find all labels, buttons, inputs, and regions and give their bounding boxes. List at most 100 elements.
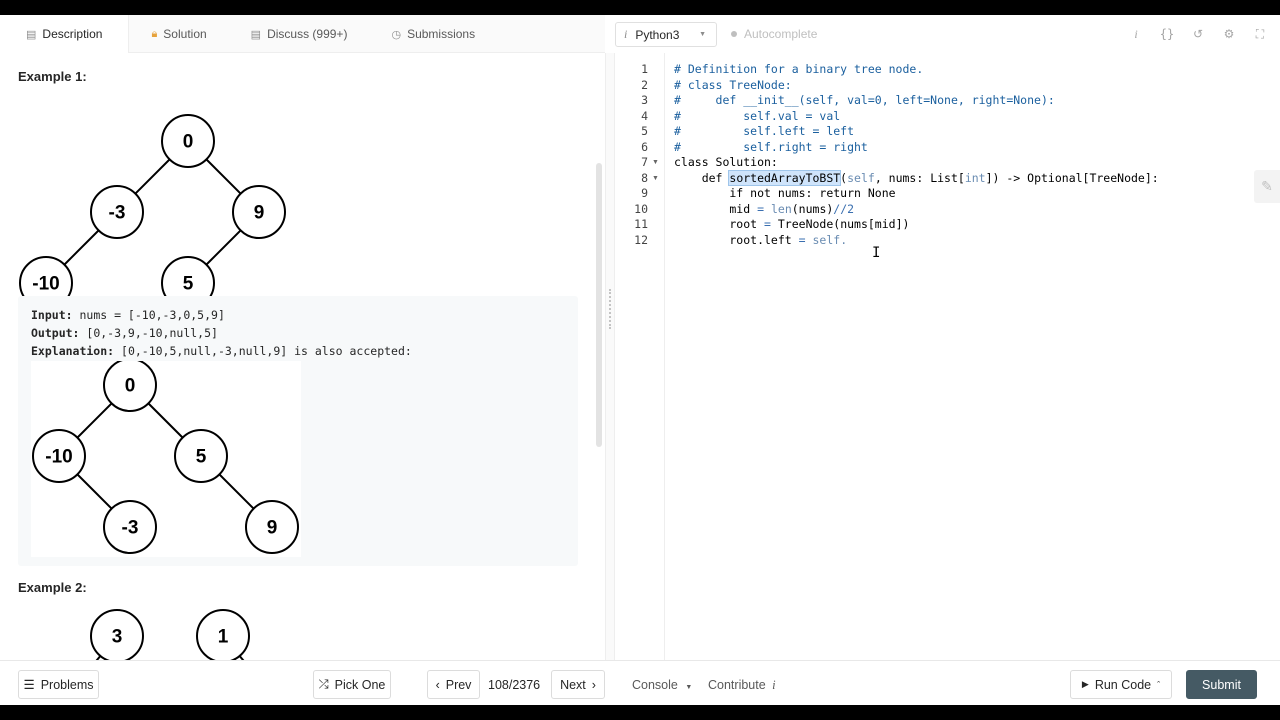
- settings-icon[interactable]: ⚙︎: [1221, 26, 1237, 42]
- tab-solution[interactable]: 🔒︎ Solution: [129, 15, 228, 53]
- svg-text:5: 5: [196, 447, 207, 468]
- text-cursor-icon: I: [872, 245, 881, 261]
- tab-label: Solution: [163, 27, 207, 41]
- contribute-link[interactable]: Contribute i: [708, 678, 776, 693]
- example-2-title: Example 2:: [18, 580, 87, 595]
- document-icon: ▤: [26, 28, 37, 41]
- example-1-block: Input: nums = [-10,-3,0,5,9] Output: [0,…: [18, 296, 578, 566]
- fold-arrow-icon[interactable]: ▼: [652, 175, 659, 182]
- fold-arrow-icon[interactable]: ▼: [652, 159, 659, 166]
- shuffle-icon: ⤮: [318, 677, 329, 691]
- tree-node: 9: [232, 185, 286, 239]
- language-value: Python3: [635, 27, 680, 42]
- autocomplete-label: Autocomplete: [744, 27, 818, 41]
- code-line: # def __init__(self, val=0, left=None, r…: [674, 93, 1055, 107]
- svg-text:-3: -3: [122, 518, 139, 539]
- code-line: mid = len(nums)//2: [674, 202, 855, 216]
- line-number: 1: [641, 62, 648, 76]
- tree-node: 3: [90, 609, 144, 660]
- problem-tabs: ▤ Description 🔒︎ Solution ▤ Discuss (999…: [0, 15, 605, 53]
- line-number: 8: [641, 171, 648, 185]
- svg-text:5: 5: [183, 274, 194, 295]
- pane-resize-handle[interactable]: [605, 53, 615, 660]
- explanation-label: Explanation:: [31, 344, 115, 358]
- info-icon: i: [772, 678, 776, 692]
- reset-icon[interactable]: ↺: [1190, 26, 1206, 42]
- line-number: 6: [641, 140, 648, 154]
- editor-toolbar: i Python3 ▼ Autocomplete i {} ↺ ⚙︎ ⛶︎: [615, 15, 1280, 53]
- tree-node: 0: [161, 114, 215, 168]
- tab-label: Discuss (999+): [267, 27, 348, 41]
- next-button[interactable]: Next ›: [551, 670, 605, 699]
- line-number: 4: [641, 109, 648, 123]
- example-1-tree: 0 -3 9 -10 5: [19, 114, 286, 302]
- line-number: 9: [641, 186, 648, 200]
- svg-text:-3: -3: [109, 203, 126, 224]
- explanation-value: [0,-10,5,null,-3,null,9] is also accepte…: [114, 344, 412, 358]
- lock-icon: 🔒︎: [151, 27, 158, 40]
- braces-icon[interactable]: {}: [1159, 26, 1175, 42]
- code-line: # self.left = left: [674, 124, 855, 138]
- editor-actions: i {} ↺ ⚙︎ ⛶︎: [1128, 26, 1268, 42]
- svg-text:0: 0: [125, 376, 136, 397]
- tab-discuss[interactable]: ▤ Discuss (999+): [229, 15, 370, 53]
- chevron-up-icon: ˆ: [1157, 679, 1161, 690]
- language-select[interactable]: i Python3 ▼: [615, 22, 717, 47]
- code-editor[interactable]: 1 2 3 4 5 6 7 8 9 10 11 12 ▼ ▼ # Definit…: [615, 53, 1280, 660]
- bottom-bar: ☰ Problems ⤮ Pick One ‹ Prev 108/2376 Ne…: [0, 660, 1280, 705]
- line-number: 11: [634, 217, 648, 231]
- side-panel-tab[interactable]: ✎︎: [1254, 170, 1280, 203]
- explanation-tree: 0 -10 5 -3 9: [32, 358, 299, 554]
- fullscreen-icon[interactable]: ⛶︎: [1252, 26, 1268, 42]
- tree-node: 1: [196, 609, 250, 660]
- code-line: # self.val = val: [674, 109, 841, 123]
- problem-description: Example 1: 0 -3 9 -10 5 Input: nums = [-…: [0, 53, 605, 660]
- autocomplete-toggle[interactable]: Autocomplete: [731, 27, 817, 41]
- example-2-tree: 3 1: [90, 609, 250, 660]
- code-line: class Solution:: [674, 155, 778, 169]
- prev-button[interactable]: ‹ Prev: [427, 670, 480, 699]
- svg-text:9: 9: [267, 518, 278, 539]
- svg-text:3: 3: [112, 627, 123, 648]
- highlighted-function-name: sortedArrayToBST: [728, 170, 842, 186]
- tree-node: -3: [103, 500, 157, 554]
- clock-icon: ◷: [391, 28, 402, 41]
- info-icon[interactable]: i: [1128, 26, 1144, 42]
- explanation-line: Explanation: [0,-10,5,null,-3,null,9] is…: [31, 344, 412, 358]
- submit-button[interactable]: Submit: [1186, 670, 1257, 699]
- caret-down-icon: ▼: [699, 31, 706, 38]
- line-number: 12: [634, 233, 648, 247]
- input-value: nums = [-10,-3,0,5,9]: [72, 308, 225, 322]
- code-line: # self.right = right: [674, 140, 868, 154]
- code-line: # Definition for a binary tree node.: [674, 62, 924, 76]
- info-icon: i: [624, 27, 628, 41]
- example-1-title: Example 1:: [18, 69, 87, 84]
- line-number-gutter: 1 2 3 4 5 6 7 8 9 10 11 12 ▼ ▼: [615, 53, 665, 660]
- description-scrollbar[interactable]: [596, 163, 602, 447]
- code-line: # class TreeNode:: [674, 78, 792, 92]
- chevron-right-icon: ›: [591, 677, 596, 692]
- code-line: def sortedArrayToBST(self, nums: List[in…: [674, 170, 1159, 186]
- tab-description[interactable]: ▤ Description: [0, 15, 130, 53]
- list-icon: ☰: [23, 678, 35, 692]
- line-number: 2: [641, 78, 648, 92]
- tree-node: 9: [245, 500, 299, 554]
- tree-node: -3: [90, 185, 144, 239]
- tab-submissions[interactable]: ◷ Submissions: [369, 15, 497, 53]
- tree-node: 0: [103, 358, 157, 412]
- chat-icon: ▤: [250, 28, 262, 41]
- tab-label: Submissions: [407, 27, 476, 41]
- problems-button[interactable]: ☰ Problems: [18, 670, 99, 699]
- explanation-tree-frame: 0 -10 5 -3 9: [31, 358, 301, 557]
- console-toggle[interactable]: Console ▼: [632, 678, 692, 692]
- run-code-button[interactable]: ▶ Run Code ˆ: [1070, 670, 1172, 699]
- code-line: if not nums: return None: [674, 186, 896, 200]
- pick-one-button[interactable]: ⤮ Pick One: [313, 670, 391, 699]
- grip-dots-icon: [609, 289, 611, 329]
- svg-text:-10: -10: [45, 447, 72, 468]
- problem-counter: 108/2376: [488, 678, 541, 692]
- caret-down-icon: ▼: [685, 684, 693, 691]
- input-line: Input: nums = [-10,-3,0,5,9]: [31, 308, 225, 322]
- code-line: root = TreeNode(nums[mid]): [674, 217, 910, 231]
- toggle-dot-icon: [731, 31, 737, 37]
